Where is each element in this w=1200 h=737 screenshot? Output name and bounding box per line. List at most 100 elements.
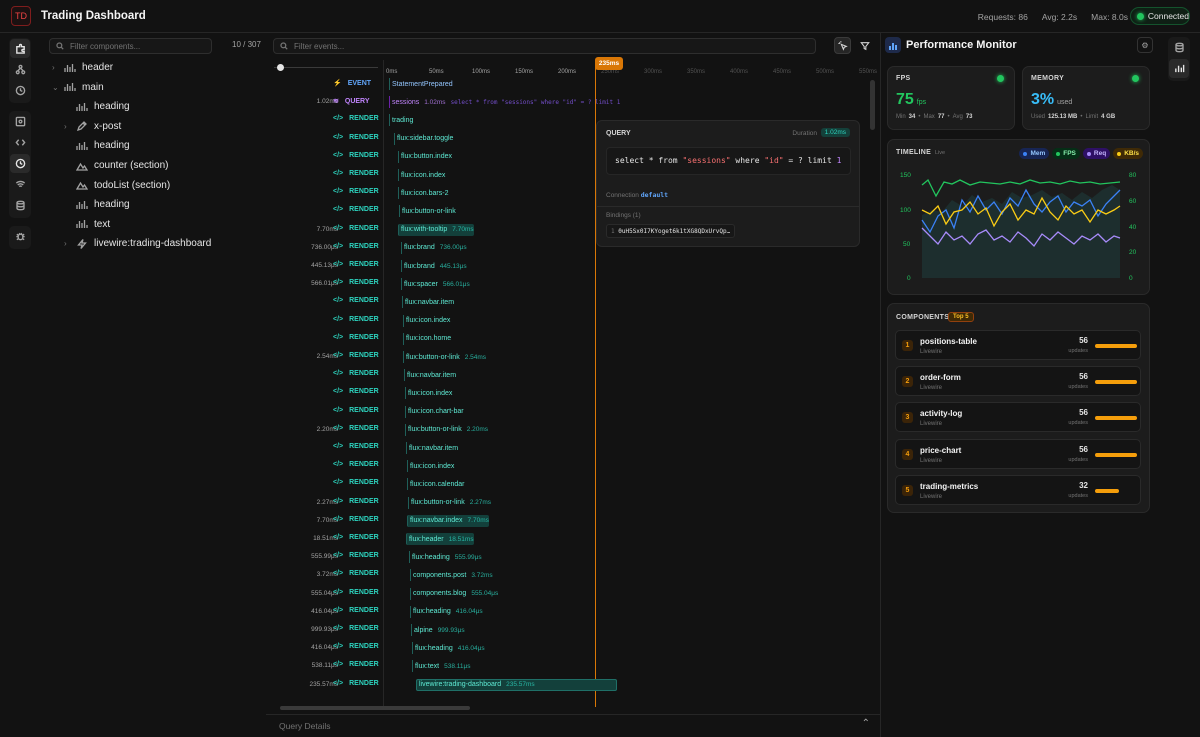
tree-item[interactable]: todoList (section) [64, 176, 170, 195]
performance-tab-button[interactable] [1169, 59, 1189, 78]
tree-item[interactable]: › x-post [64, 117, 121, 136]
zoom-slider-handle[interactable] [277, 64, 284, 71]
event-bar[interactable]: sessions 1.02ms select * from "sessions" w… [389, 96, 620, 109]
inspect-tab-button[interactable] [10, 112, 30, 131]
event-bar[interactable]: flux:icon.calendar [407, 478, 464, 491]
event-row[interactable]: 999.93μs </> RENDER alpine 999.93μs [266, 622, 876, 639]
settings-gear-icon[interactable]: ⚙ [1137, 37, 1153, 53]
event-bar[interactable]: flux:text 538.11μs [412, 660, 471, 673]
event-row[interactable]: 736.00μs </> RENDER flux:brand 736.00μs [266, 240, 876, 257]
event-row[interactable]: 235.57ms </> RENDER livewire:trading-dashbo… [266, 677, 876, 694]
tree-item[interactable]: text [64, 215, 110, 234]
tree-item[interactable]: ⌄ main [52, 78, 104, 97]
event-row[interactable]: 445.13μs </> RENDER flux:brand 445.13μs [266, 258, 876, 275]
event-bar[interactable]: flux:with-tooltip 7.70ms [398, 223, 474, 236]
tree-item[interactable]: › header [52, 58, 113, 77]
debug-tab-button[interactable] [10, 227, 30, 246]
component-list-item[interactable]: 4 price-chart Livewire 56 updates [895, 438, 1141, 469]
chevron-right-icon[interactable]: › [64, 122, 70, 131]
tree-item[interactable]: heading [64, 136, 130, 155]
connection-status[interactable]: Connected [1130, 7, 1190, 25]
event-bar[interactable]: flux:icon.index [405, 387, 452, 400]
wifi-tab-button[interactable] [10, 175, 30, 194]
component-list-item[interactable]: 2 order-form Livewire 56 updates [895, 366, 1141, 397]
event-row[interactable]: </> RENDER flux:navbar.item [266, 294, 876, 311]
event-bar[interactable]: flux:button-or-link 2.27ms [408, 496, 491, 509]
event-row[interactable]: </> RENDER trading [266, 112, 876, 129]
event-bar[interactable]: flux:icon.index [407, 460, 454, 473]
event-row[interactable]: </> RENDER flux:button.index [266, 149, 876, 166]
network-tab-button[interactable] [10, 60, 30, 79]
event-row[interactable]: </> RENDER flux:icon.index [266, 167, 876, 184]
event-row[interactable]: ⚡ EVENT StatementPrepared [266, 76, 876, 93]
event-bar[interactable]: flux:navbar.item [402, 296, 454, 309]
event-bar[interactable]: flux:button-or-link 2.20ms [405, 423, 488, 436]
event-bar[interactable]: flux:heading 555.99μs [409, 551, 482, 564]
event-bar[interactable]: flux:button-or-link 2.54ms [403, 351, 486, 363]
event-row[interactable]: </> RENDER flux:icon.home [266, 331, 876, 348]
event-bar[interactable]: flux:navbar.item [404, 369, 456, 382]
event-row[interactable]: 416.04μs </> RENDER flux:heading 416.04μs [266, 640, 876, 657]
tree-item[interactable]: heading [64, 97, 130, 116]
event-row[interactable]: 566.01μs </> RENDER flux:spacer 566.01μs [266, 276, 876, 293]
event-row[interactable]: </> RENDER flux:icon.calendar [266, 476, 876, 493]
event-row[interactable]: 18.51ms </> RENDER flux:header 18.51ms [266, 531, 876, 548]
event-bar[interactable]: flux:icon.index [398, 169, 445, 181]
event-bar[interactable]: components.post 3.72ms [410, 569, 493, 582]
zoom-slider-track[interactable] [274, 67, 378, 68]
event-row[interactable]: 3.72ms </> RENDER components.post 3.72ms [266, 567, 876, 584]
event-row[interactable]: </> RENDER flux:icon.index [266, 385, 876, 402]
event-bar[interactable]: flux:heading 416.04μs [412, 642, 485, 655]
event-row[interactable]: </> RENDER flux:icon.bars-2 [266, 185, 876, 202]
event-bar[interactable]: flux:navbar.index 7.70ms [407, 514, 489, 527]
component-list-item[interactable]: 5 trading-metrics Livewire 32 updates [895, 474, 1141, 505]
event-bar[interactable]: flux:button.index [398, 150, 452, 163]
timeline-tab-button[interactable] [10, 154, 30, 173]
event-row[interactable]: 7.70ms </> RENDER flux:navbar.index 7.70ms [266, 513, 876, 530]
horizontal-scrollbar[interactable] [280, 706, 470, 710]
event-row[interactable]: 1.02ms ≋ QUERY sessions 1.02ms select * from … [266, 94, 876, 111]
event-row[interactable]: </> RENDER flux:sidebar.toggle [266, 131, 876, 148]
event-bar[interactable]: StatementPrepared [389, 78, 453, 90]
event-row[interactable]: </> RENDER flux:navbar.item [266, 367, 876, 384]
event-row[interactable]: </> RENDER flux:button-or-link [266, 203, 876, 220]
event-bar[interactable]: flux:icon.chart-bar [405, 405, 464, 418]
chevron-up-icon[interactable]: ⌃ [862, 718, 870, 729]
tree-item[interactable]: › livewire:trading-dashboard [64, 234, 211, 253]
tree-item[interactable]: counter (section) [64, 156, 168, 175]
event-bar[interactable]: flux:icon.bars-2 [398, 187, 448, 200]
filter-button[interactable] [856, 37, 873, 54]
event-row[interactable]: 538.11μs </> RENDER flux:text 538.11μs [266, 658, 876, 675]
event-row[interactable]: 555.04μs </> RENDER components.blog 555.04μs [266, 586, 876, 603]
pick-element-button[interactable] [834, 37, 851, 54]
component-list-item[interactable]: 3 activity-log Livewire 56 updates [895, 402, 1141, 433]
event-bar[interactable]: flux:sidebar.toggle [394, 132, 453, 145]
storage-tab-button[interactable] [1169, 38, 1189, 57]
chevron-right-icon[interactable]: › [64, 239, 70, 248]
event-bar[interactable]: flux:spacer 566.01μs [401, 278, 470, 291]
event-bar[interactable]: flux:header 18.51ms [406, 533, 474, 545]
code-tab-button[interactable] [10, 133, 30, 152]
chevron-down-icon[interactable]: ⌄ [52, 83, 59, 92]
event-bar[interactable]: flux:navbar.item [406, 442, 458, 454]
event-bar[interactable]: flux:heading 416.04μs [410, 605, 483, 618]
event-bar[interactable]: flux:icon.index [403, 314, 450, 327]
event-row[interactable]: 2.20ms </> RENDER flux:button-or-link 2.20ms [266, 422, 876, 439]
event-bar[interactable]: flux:brand 736.00μs [401, 241, 467, 254]
event-bar[interactable]: flux:icon.home [403, 332, 451, 345]
database-tab-button[interactable] [10, 196, 30, 215]
event-row[interactable]: </> RENDER flux:icon.index [266, 313, 876, 330]
event-row[interactable]: 555.99μs </> RENDER flux:heading 555.99μs [266, 549, 876, 566]
event-bar[interactable]: livewire:trading-dashboard 235.57ms [416, 678, 617, 691]
event-row[interactable]: 7.70ms </> RENDER flux:with-tooltip 7.70ms [266, 222, 876, 239]
event-bar[interactable]: trading [389, 114, 413, 127]
event-row[interactable]: 416.04μs </> RENDER flux:heading 416.04μs [266, 604, 876, 621]
event-row[interactable]: </> RENDER flux:navbar.item [266, 440, 876, 457]
event-bar[interactable]: flux:brand 445.13μs [401, 260, 467, 272]
query-details-bar[interactable]: Query Details ⌃ [266, 714, 880, 737]
event-row[interactable]: </> RENDER flux:icon.index [266, 458, 876, 475]
component-filter-input[interactable]: Filter components... [49, 38, 212, 54]
event-bar[interactable]: alpine 999.93μs [411, 624, 465, 636]
event-row[interactable]: </> RENDER flux:icon.chart-bar [266, 404, 876, 421]
chevron-right-icon[interactable]: › [52, 63, 58, 72]
